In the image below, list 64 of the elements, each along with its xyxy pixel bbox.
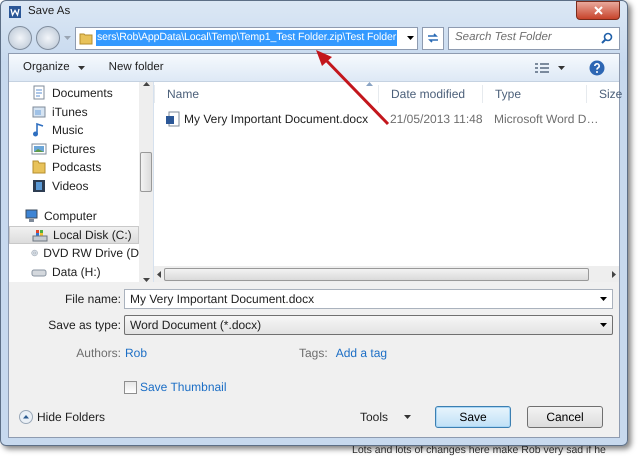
caret-icon	[558, 66, 565, 70]
search-field[interactable]: Search Test Folder	[448, 26, 620, 50]
caret-icon	[64, 36, 71, 40]
tags-link[interactable]: Add a tag	[336, 344, 388, 362]
film-icon	[31, 178, 47, 194]
hide-folders-button[interactable]: Hide Folders	[19, 408, 106, 426]
close-icon	[594, 6, 602, 15]
file-type-dropdown[interactable]: Word Document (*.docx)	[124, 315, 613, 335]
document-icon	[31, 85, 47, 102]
scroll-left-icon[interactable]	[157, 270, 161, 278]
table-cell-text: 21/05/2013 11:48	[389, 111, 482, 128]
dropdown-icon	[407, 36, 414, 40]
sidebar-item[interactable]: Music	[9, 121, 139, 140]
picture-icon	[31, 140, 47, 157]
view-icon	[534, 62, 550, 74]
sidebar-item[interactable]: Documents	[9, 84, 139, 102]
caret-icon	[78, 66, 85, 70]
file-name: My Very Important Document.docx	[184, 111, 368, 128]
sidebar-item[interactable]: Data (H:)	[9, 262, 139, 281]
back-button[interactable]	[8, 26, 32, 50]
folder-icon	[79, 31, 93, 45]
scrollbar-thumb[interactable]	[164, 268, 589, 280]
word-document-icon	[166, 111, 180, 127]
table-cell-text: Microsoft Word D…	[493, 111, 600, 128]
cancel-button[interactable]: Cancel	[527, 406, 603, 428]
scrollbar-thumb[interactable]	[140, 152, 152, 192]
field-label: Authors:	[75, 345, 121, 362]
dropdown-icon	[600, 323, 607, 327]
tools-button[interactable]: Tools	[360, 408, 411, 426]
help-icon[interactable]	[589, 60, 605, 76]
field-label: File name:	[64, 291, 121, 308]
sidebar-item[interactable]: Videos	[9, 176, 139, 195]
window-title: Save As	[28, 4, 70, 20]
folder-icon	[31, 159, 47, 176]
file-name-field[interactable]: My Very Important Document.docx	[124, 289, 613, 309]
scroll-right-icon[interactable]	[612, 270, 616, 278]
close-button[interactable]	[576, 1, 620, 20]
sidebar-item[interactable]: iTunes	[9, 102, 139, 121]
computer-icon	[23, 208, 39, 224]
library-icon	[31, 104, 47, 120]
collapse-icon	[19, 410, 33, 424]
path-text: sers\Rob\AppData\Local\Temp\Temp1_Test Folder.zip\Test Folder	[96, 30, 398, 46]
forward-button[interactable]	[36, 26, 60, 50]
sidebar-item[interactable]: Local Disk (C:)	[9, 226, 139, 244]
refresh-icon	[426, 32, 440, 44]
field-label: Tags:	[299, 345, 328, 362]
refresh-button[interactable]	[422, 26, 444, 50]
caret-icon	[404, 415, 411, 419]
sidebar-item[interactable]: Computer	[9, 207, 139, 226]
column-header[interactable]: Date modified	[378, 85, 482, 103]
new-folder-button[interactable]: New folder	[108, 58, 164, 76]
checkbox-label[interactable]: Save Thumbnail	[140, 378, 226, 396]
column-header[interactable]: Type	[482, 85, 586, 103]
search-icon	[601, 32, 613, 44]
file-row[interactable]: My Very Important Document.docx 21/05/2013 11:48 Microsoft Word D…	[154, 108, 619, 130]
sidebar-item[interactable]: Pictures	[9, 140, 139, 158]
field-label: Save as type:	[47, 317, 121, 334]
dropdown-icon	[600, 297, 607, 301]
save-button[interactable]: Save	[435, 406, 511, 428]
word-icon	[8, 5, 22, 19]
checkbox[interactable]	[124, 380, 137, 394]
sidebar-item[interactable]: Podcasts	[9, 158, 139, 176]
organize-button[interactable]: Organize	[23, 58, 85, 76]
sidebar-item[interactable]: DVD RW Drive (D	[9, 244, 139, 262]
